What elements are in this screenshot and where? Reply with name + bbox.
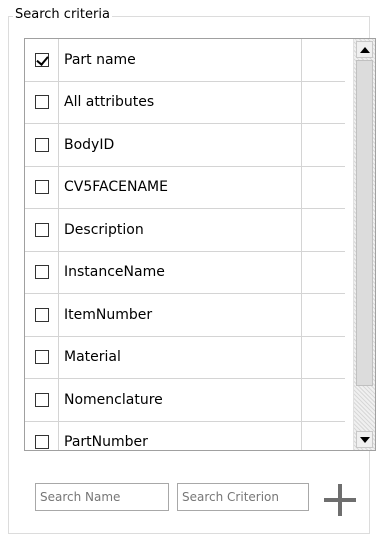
checkbox[interactable] [34,52,49,67]
criterion-label: ItemNumber [59,294,302,336]
list-item[interactable]: Part name [25,39,345,82]
criterion-label: Nomenclature [59,379,302,421]
checkbox[interactable] [34,265,49,280]
checkbox[interactable] [34,95,49,110]
list-item[interactable]: CV5FACENAME [25,166,345,209]
list-item[interactable]: BodyID [25,124,345,167]
criterion-label: Material [59,336,302,378]
checkbox[interactable] [34,137,49,152]
scroll-down-button[interactable] [356,431,373,448]
list-item[interactable]: ItemNumber [25,294,345,337]
list-item[interactable]: Nomenclature [25,379,345,422]
checkbox[interactable] [34,222,49,237]
vertical-scrollbar[interactable] [353,39,375,450]
criteria-list: Part name All attributes BodyID CV5FACEN… [24,38,376,451]
criterion-label: Part name [59,39,302,81]
search-criterion-input[interactable] [177,483,309,511]
criterion-label: BodyID [59,124,302,166]
add-criterion-button[interactable] [322,482,358,518]
criterion-label: Description [59,209,302,251]
criterion-label: PartNumber [59,421,302,450]
list-item[interactable]: Material [25,336,345,379]
arrow-up-icon [359,46,370,53]
list-item[interactable]: Description [25,209,345,252]
checkbox[interactable] [34,180,49,195]
search-name-input[interactable] [35,483,169,511]
group-title: Search criteria [13,7,112,23]
criterion-label: CV5FACENAME [59,166,302,208]
checkbox[interactable] [34,435,49,450]
list-item[interactable]: InstanceName [25,251,345,294]
criterion-label: All attributes [59,81,302,123]
criterion-label: InstanceName [59,251,302,293]
checkbox[interactable] [34,392,49,407]
scroll-up-button[interactable] [356,41,373,58]
checkbox[interactable] [34,307,49,322]
list-item[interactable]: All attributes [25,81,345,124]
list-item[interactable]: PartNumber [25,421,345,450]
scrollbar-thumb[interactable] [356,60,373,386]
checkbox[interactable] [34,350,49,365]
arrow-down-icon [359,436,370,443]
